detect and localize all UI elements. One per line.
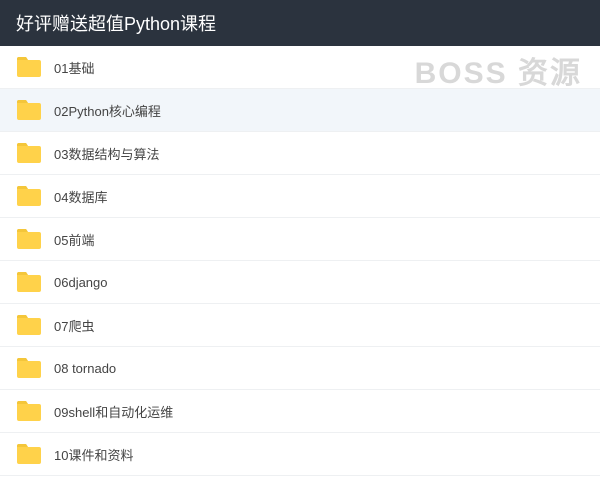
folder-icon (16, 357, 42, 379)
file-row[interactable]: 06django (0, 261, 600, 304)
folder-icon (16, 400, 42, 422)
file-name: 10课件和资料 (54, 445, 133, 464)
file-row[interactable]: 10课件和资料 (0, 433, 600, 476)
file-name: 09shell和自动化运维 (54, 402, 173, 421)
file-name: 02Python核心编程 (54, 101, 161, 120)
file-row[interactable]: 05前端 (0, 218, 600, 261)
page-header: 好评赠送超值Python课程 (0, 0, 600, 46)
page-title: 好评赠送超值Python课程 (16, 14, 216, 34)
folder-icon (16, 185, 42, 207)
folder-icon (16, 56, 42, 78)
folder-icon (16, 271, 42, 293)
file-name: 04数据库 (54, 187, 107, 206)
file-row[interactable]: 01基础 (0, 46, 600, 89)
folder-icon (16, 314, 42, 336)
file-row[interactable]: 08 tornado (0, 347, 600, 390)
file-name: 07爬虫 (54, 316, 94, 335)
file-name: 03数据结构与算法 (54, 144, 159, 163)
folder-icon (16, 228, 42, 250)
folder-icon (16, 443, 42, 465)
folder-icon (16, 142, 42, 164)
file-list: 01基础 02Python核心编程 03数据结构与算法 04数据库 05前端 0… (0, 46, 600, 476)
file-name: 05前端 (54, 230, 94, 249)
file-row[interactable]: 07爬虫 (0, 304, 600, 347)
file-row[interactable]: 02Python核心编程 (0, 89, 600, 132)
file-row[interactable]: 09shell和自动化运维 (0, 390, 600, 433)
file-name: 06django (54, 275, 108, 290)
file-name: 01基础 (54, 58, 94, 77)
file-name: 08 tornado (54, 361, 116, 376)
folder-icon (16, 99, 42, 121)
file-row[interactable]: 03数据结构与算法 (0, 132, 600, 175)
file-row[interactable]: 04数据库 (0, 175, 600, 218)
